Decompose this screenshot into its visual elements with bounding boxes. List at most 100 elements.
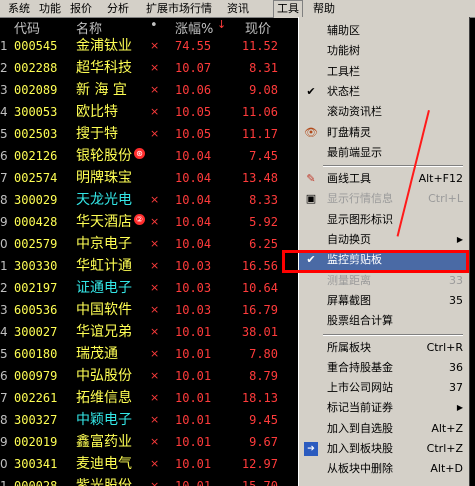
table-row[interactable]: 5 002503 搜于特 × 10.05 11.17 bbox=[0, 123, 300, 145]
menu-option[interactable]: 工具栏 bbox=[299, 62, 469, 82]
table-row[interactable]: 4 300053 欧比特 × 10.05 11.06 bbox=[0, 101, 300, 123]
current-price: 16.79 bbox=[241, 303, 278, 317]
row-index: 1 bbox=[0, 259, 8, 273]
change-percent: 10.04 bbox=[175, 237, 212, 251]
table-row[interactable]: 1 000028 紫光股份 × 10.01 15.70 bbox=[0, 475, 300, 486]
stock-code: 300029 bbox=[14, 193, 58, 207]
menu-item-6[interactable]: 工具 bbox=[273, 0, 303, 18]
menu-option-label: 股票组合计算 bbox=[327, 314, 393, 328]
current-price: 8.33 bbox=[249, 193, 278, 207]
row-index: 5 bbox=[0, 127, 8, 141]
menu-item-5[interactable]: 资讯 bbox=[227, 1, 249, 16]
stock-code: 600536 bbox=[14, 303, 58, 317]
menu-option[interactable]: ✔ 状态栏 bbox=[299, 82, 469, 102]
menu-option[interactable]: 屏幕截图 35 bbox=[299, 291, 469, 311]
menu-item-3[interactable]: 分析 bbox=[107, 1, 129, 16]
table-row[interactable]: 9 002019 鑫富药业 × 10.01 9.67 bbox=[0, 431, 300, 453]
table-row[interactable]: 1 000545 金浦钛业 × 74.55 11.52 bbox=[0, 35, 300, 57]
menu-item-1[interactable]: 功能 bbox=[39, 1, 61, 16]
menu-option[interactable]: 标记当前证券 ▶ bbox=[299, 398, 469, 418]
menu-bar: 系统 功能 报价 分析 扩展市场行情 资讯 工具 帮助 bbox=[0, 0, 475, 18]
menu-option[interactable]: 加入到自选股 Alt+Z bbox=[299, 419, 469, 439]
menu-separator bbox=[323, 333, 463, 336]
change-percent: 10.07 bbox=[175, 61, 212, 75]
change-percent: 10.01 bbox=[175, 325, 212, 339]
table-row[interactable]: 2 002197 证通电子 × 10.03 10.64 bbox=[0, 277, 300, 299]
stock-code: 000545 bbox=[14, 39, 58, 53]
current-price: 7.80 bbox=[249, 347, 278, 361]
table-row[interactable]: 1 300330 华虹计通 × 10.03 16.56 bbox=[0, 255, 300, 277]
menu-item-2[interactable]: 报价 bbox=[70, 1, 92, 16]
menu-option-label: 滚动资讯栏 bbox=[327, 105, 382, 119]
row-marker: × bbox=[150, 303, 160, 316]
menu-option[interactable]: 显示图形标识 bbox=[299, 210, 469, 230]
row-index: 2 bbox=[0, 281, 8, 295]
row-marker: × bbox=[150, 237, 160, 250]
current-price: 10.64 bbox=[241, 281, 278, 295]
row-index: 8 bbox=[0, 413, 8, 427]
current-price: 7.45 bbox=[249, 149, 278, 163]
row-index: 5 bbox=[0, 347, 8, 361]
table-row[interactable]: 6 000979 中弘股份 × 10.01 8.79 bbox=[0, 365, 300, 387]
current-price: 18.13 bbox=[241, 391, 278, 405]
table-row[interactable]: 0 002579 中京电子 × 10.04 6.25 bbox=[0, 233, 300, 255]
row-index: 6 bbox=[0, 149, 8, 163]
menu-option-label: 重合持股基金 bbox=[327, 360, 393, 374]
stock-code: 002126 bbox=[14, 149, 58, 163]
menu-option[interactable]: 功能树 bbox=[299, 41, 469, 61]
menu-item-0[interactable]: 系统 bbox=[8, 1, 30, 16]
row-marker: × bbox=[150, 127, 160, 140]
menu-option[interactable]: 最前端显示 bbox=[299, 143, 469, 163]
menu-option-label: 自动换页 bbox=[327, 233, 371, 246]
menu-option-label: 最前端显示 bbox=[327, 145, 382, 159]
table-row[interactable]: 4 300027 华谊兄弟 × 10.01 38.01 bbox=[0, 321, 300, 343]
change-percent: 74.55 bbox=[175, 39, 212, 53]
stock-name: 拓维信息 bbox=[76, 390, 132, 406]
change-percent: 10.05 bbox=[175, 105, 212, 119]
menu-option[interactable]: ✎ 画线工具 Alt+F12 bbox=[299, 169, 469, 189]
table-row[interactable]: 8 300327 中颖电子 × 10.01 9.45 bbox=[0, 409, 300, 431]
menu-option-label: 辅助区 bbox=[327, 24, 360, 37]
menu-item-7[interactable]: 帮助 bbox=[313, 1, 335, 16]
table-row[interactable]: 7 002574 明牌珠宝 10.04 13.48 bbox=[0, 167, 300, 189]
table-row[interactable]: 9 000428 华天酒店 ② × 10.04 5.92 bbox=[0, 211, 300, 233]
menu-item-4[interactable]: 扩展市场行情 bbox=[146, 1, 212, 16]
table-row[interactable]: 3 002089 新 海 宜 × 10.06 9.08 bbox=[0, 79, 300, 101]
stock-alert-badge-icon[interactable]: ② bbox=[134, 214, 145, 225]
change-percent: 10.01 bbox=[175, 369, 212, 383]
change-percent: 10.03 bbox=[175, 281, 212, 295]
menu-option[interactable]: 重合持股基金 36 bbox=[299, 358, 469, 378]
menu-option[interactable]: ➔ 加入到板块股 Ctrl+Z bbox=[299, 439, 469, 459]
row-index: 7 bbox=[0, 391, 8, 405]
change-percent: 10.05 bbox=[175, 127, 212, 141]
row-marker: × bbox=[150, 39, 160, 52]
table-row[interactable]: 8 300029 天龙光电 × 10.04 8.33 bbox=[0, 189, 300, 211]
table-row[interactable]: 0 300341 麦迪电气 × 10.01 12.97 bbox=[0, 453, 300, 475]
stock-alert-badge-icon[interactable]: ⊛ bbox=[134, 148, 145, 159]
table-row[interactable]: 6 002126 银轮股份 ⊛ 10.04 7.45 bbox=[0, 145, 300, 167]
menu-option-label: 画线工具 bbox=[327, 172, 371, 186]
menu-option[interactable]: 自动换页 ▶ bbox=[299, 230, 469, 250]
table-row[interactable]: 3 600536 中国软件 × 10.03 16.79 bbox=[0, 299, 300, 321]
table-row[interactable]: 5 600180 瑞茂通 × 10.01 7.80 bbox=[0, 343, 300, 365]
stock-name: 明牌珠宝 bbox=[76, 170, 132, 186]
table-row[interactable]: 2 002288 超华科技 × 10.07 8.31 bbox=[0, 57, 300, 79]
menu-option-label: 盯盘精灵 bbox=[327, 125, 371, 139]
menu-option-shortcut: 37 bbox=[449, 381, 463, 395]
stock-name: 华虹计通 bbox=[76, 258, 132, 274]
menu-option-label: 显示行情信息 bbox=[327, 192, 393, 206]
menu-option[interactable]: 股票组合计算 bbox=[299, 311, 469, 331]
menu-option[interactable]: 所属板块 Ctrl+R bbox=[299, 338, 469, 358]
menu-option[interactable]: 👁 盯盘精灵 bbox=[299, 123, 469, 143]
menu-option-shortcut: Ctrl+R bbox=[426, 340, 463, 354]
menu-option-label: 测量距离 bbox=[327, 273, 371, 287]
current-price: 38.01 bbox=[241, 325, 278, 339]
menu-option[interactable]: 辅助区 bbox=[299, 21, 469, 41]
table-row[interactable]: 7 002261 拓维信息 × 10.01 18.13 bbox=[0, 387, 300, 409]
menu-option-shortcut: 33 bbox=[449, 273, 463, 287]
menu-option[interactable]: 从板块中删除 Alt+D bbox=[299, 459, 469, 479]
menu-option[interactable]: 上市公司网站 37 bbox=[299, 378, 469, 398]
current-price: 9.08 bbox=[249, 83, 278, 97]
menu-option[interactable]: 滚动资讯栏 bbox=[299, 102, 469, 122]
stock-name: 新 海 宜 bbox=[76, 82, 127, 98]
